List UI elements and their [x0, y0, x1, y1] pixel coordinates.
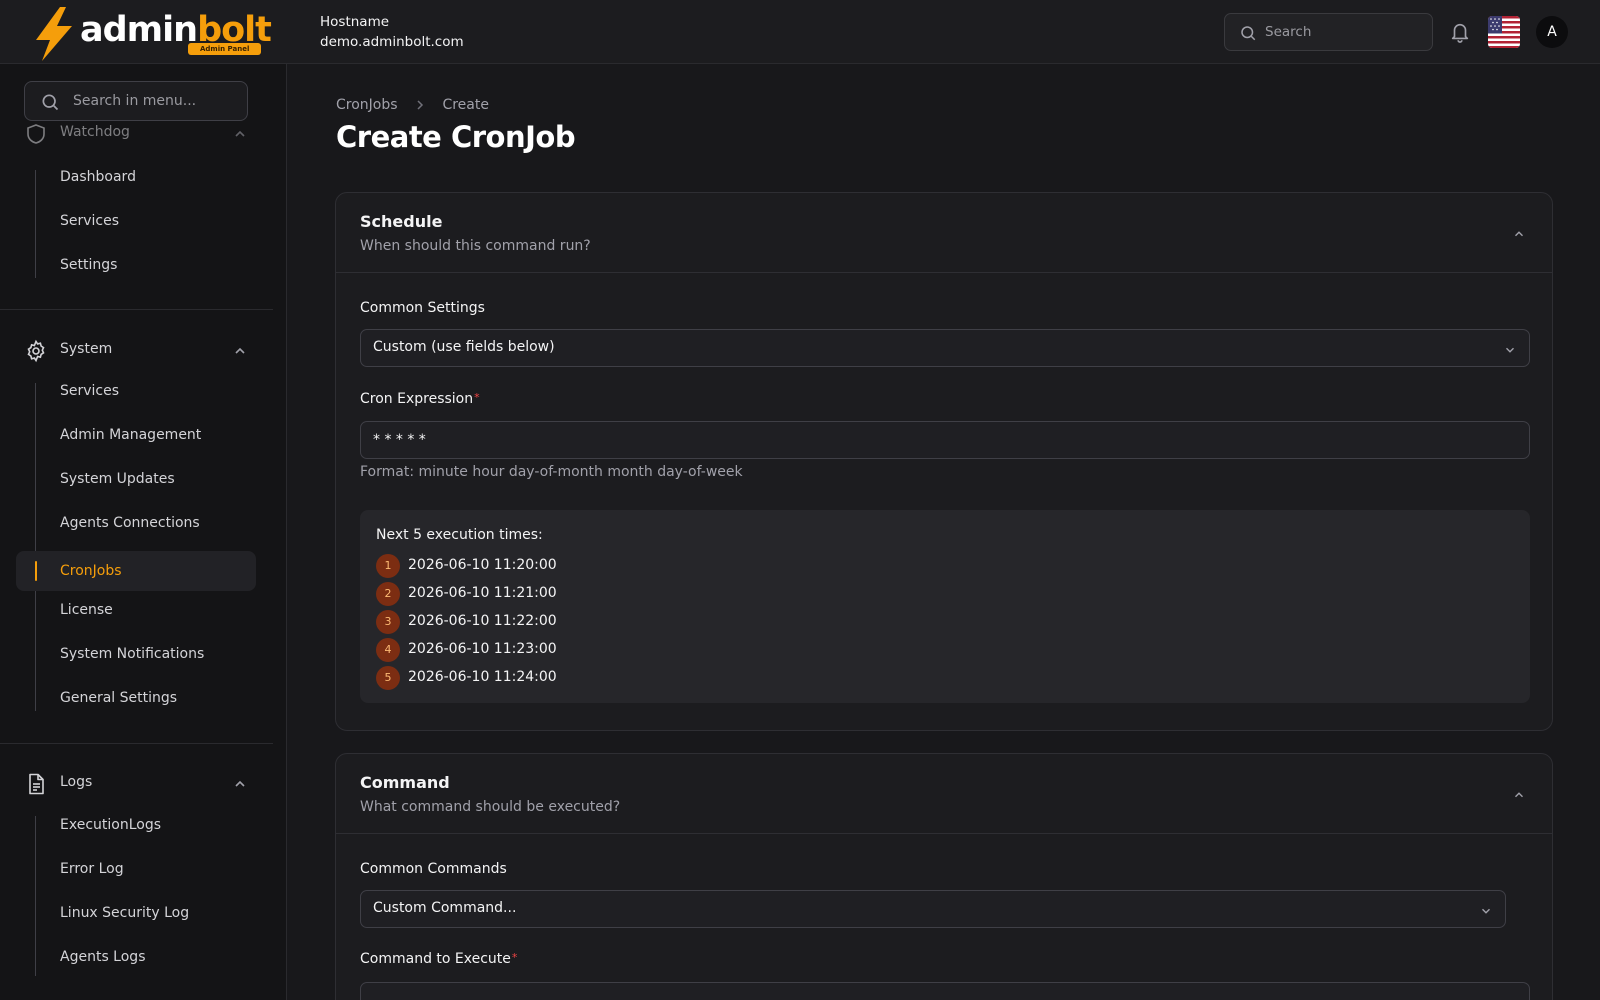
schedule-section: Schedule When should this command run? C…	[335, 192, 1553, 731]
global-search[interactable]	[1224, 13, 1433, 51]
execution-time: 2026-06-10 11:20:00	[408, 557, 557, 573]
sidebar-item-watchdog-services[interactable]: Services	[16, 201, 256, 241]
execution-index: 5	[376, 666, 400, 690]
sidebar-item-system-updates[interactable]: System Updates	[16, 459, 256, 499]
chevron-up-icon	[235, 780, 245, 787]
sidebar-divider	[0, 309, 273, 310]
shield-icon	[27, 124, 45, 144]
common-settings-label: Common Settings	[360, 300, 485, 316]
sidebar-item-watchdog-dashboard[interactable]: Dashboard	[16, 157, 256, 197]
command-to-execute-input[interactable]	[373, 983, 1513, 1000]
sidebar-item-agents-logs[interactable]: Agents Logs	[16, 937, 256, 977]
sidebar-item-admin-management[interactable]: Admin Management	[16, 415, 256, 455]
execution-index: 3	[376, 610, 400, 634]
command-label-text: Command to Execute	[360, 951, 511, 967]
section-title: Command	[360, 773, 450, 792]
sidebar-item-error-log[interactable]: Error Log	[16, 849, 256, 889]
command-section-header[interactable]: Command What command should be executed?	[336, 754, 1552, 834]
common-settings-select[interactable]: Custom (use fields below)	[360, 329, 1530, 367]
sidebar-group-logs[interactable]: Logs	[24, 772, 256, 796]
execution-time: 2026-06-10 11:21:00	[408, 585, 557, 601]
chevron-right-icon	[417, 100, 424, 110]
chevron-up-icon	[235, 347, 245, 354]
cron-expression-input[interactable]	[373, 422, 1513, 458]
breadcrumb-cronjobs[interactable]: CronJobs	[336, 97, 398, 113]
breadcrumb: CronJobs Create	[336, 97, 489, 117]
lightning-bolt-icon	[36, 7, 72, 61]
cron-expression-label: Cron Expression*	[360, 391, 480, 407]
schedule-section-header[interactable]: Schedule When should this command run?	[336, 193, 1552, 273]
command-section: Command What command should be executed?…	[335, 753, 1553, 1000]
required-marker: *	[474, 391, 480, 404]
select-value: Custom Command...	[373, 900, 517, 916]
sidebar-group-watchdog[interactable]: Watchdog	[24, 122, 256, 146]
execution-index: 4	[376, 638, 400, 662]
global-search-input[interactable]	[1265, 14, 1425, 50]
next-executions-panel: Next 5 execution times: 1 2026-06-10 11:…	[360, 510, 1530, 703]
user-avatar[interactable]: A	[1536, 16, 1568, 48]
next-executions-title: Next 5 execution times:	[376, 527, 543, 543]
sidebar-item-watchdog-settings[interactable]: Settings	[16, 245, 256, 285]
chevron-up-icon	[235, 130, 245, 137]
execution-time: 2026-06-10 11:22:00	[408, 613, 557, 629]
sidebar-item-execution-logs[interactable]: ExecutionLogs	[16, 805, 256, 845]
chevron-down-icon	[1506, 347, 1514, 353]
sidebar-item-system-services[interactable]: Services	[16, 371, 256, 411]
execution-time: 2026-06-10 11:24:00	[408, 669, 557, 685]
section-title: Schedule	[360, 212, 443, 231]
top-bar: adminbolt Admin Panel Hostname demo.admi…	[0, 0, 1600, 64]
execution-time: 2026-06-10 11:23:00	[408, 641, 557, 657]
main-content: CronJobs Create Create CronJob Schedule …	[287, 64, 1600, 1000]
cron-format-hint: Format: minute hour day-of-month month d…	[360, 464, 743, 480]
sidebar-divider	[0, 743, 273, 744]
sidebar-item-agents-connections[interactable]: Agents Connections	[16, 503, 256, 543]
hostname-value: demo.adminbolt.com	[320, 34, 464, 50]
execution-index: 1	[376, 554, 400, 578]
gear-icon	[27, 339, 45, 363]
sidebar-item-general-settings[interactable]: General Settings	[16, 678, 256, 718]
hostname-label: Hostname	[320, 14, 390, 30]
section-subtitle: What command should be executed?	[360, 799, 621, 815]
section-subtitle: When should this command run?	[360, 238, 591, 254]
common-commands-select[interactable]: Custom Command...	[360, 890, 1506, 928]
breadcrumb-create: Create	[442, 97, 489, 113]
search-icon	[1241, 26, 1256, 41]
app-logo[interactable]: adminbolt Admin Panel	[30, 6, 272, 62]
command-to-execute-field[interactable]	[360, 982, 1530, 1000]
notifications-bell-icon[interactable]	[1449, 20, 1471, 44]
menu-search-input[interactable]	[73, 82, 243, 120]
command-to-execute-label: Command to Execute*	[360, 951, 517, 967]
sidebar: Watchdog Dashboard Services Settings Sys…	[0, 64, 287, 1000]
logo-badge: Admin Panel	[188, 43, 262, 55]
sidebar-group-system[interactable]: System	[24, 339, 256, 363]
hostname-block: Hostname demo.adminbolt.com	[320, 12, 464, 52]
menu-search[interactable]	[24, 81, 248, 121]
sidebar-item-linux-security-log[interactable]: Linux Security Log	[16, 893, 256, 933]
sidebar-group-label: Logs	[60, 774, 93, 790]
document-icon	[29, 773, 44, 795]
sidebar-item-license[interactable]: License	[16, 590, 256, 630]
chevron-up-icon[interactable]	[1512, 788, 1526, 802]
sidebar-item-cronjobs[interactable]: CronJobs	[16, 551, 256, 591]
sidebar-group-label: Watchdog	[60, 124, 130, 140]
sidebar-group-label: System	[60, 341, 113, 357]
cron-label-text: Cron Expression	[360, 391, 474, 407]
cron-expression-field[interactable]	[360, 421, 1530, 459]
us-flag-icon[interactable]	[1488, 16, 1520, 48]
search-icon	[42, 94, 59, 111]
execution-index: 2	[376, 582, 400, 606]
chevron-up-icon[interactable]	[1512, 227, 1526, 241]
chevron-down-icon	[1482, 908, 1490, 914]
page-title: Create CronJob	[336, 120, 576, 154]
required-marker: *	[511, 951, 518, 964]
common-commands-label: Common Commands	[360, 861, 507, 877]
sidebar-item-system-notifications[interactable]: System Notifications	[16, 634, 256, 674]
select-value: Custom (use fields below)	[373, 339, 555, 355]
